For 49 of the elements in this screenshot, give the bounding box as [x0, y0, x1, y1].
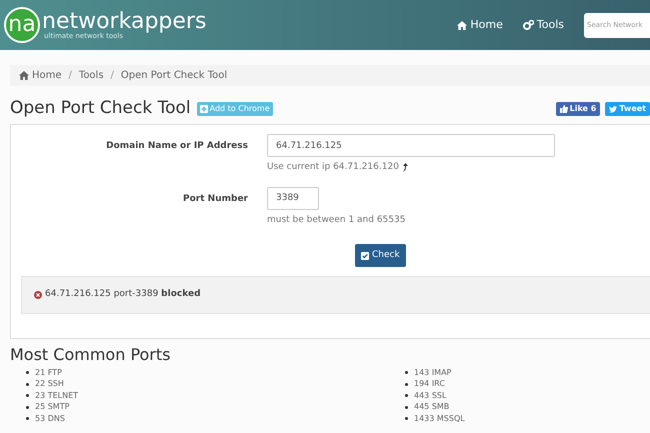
field-hint: Use current ip 64.71.216.120 — [267, 161, 399, 174]
bullet-icon — [405, 406, 408, 409]
x-circle-icon — [34, 291, 42, 299]
text-input[interactable]: 3389 — [267, 186, 319, 210]
logo-name: networkappers — [42, 10, 206, 32]
port-item: 445 SMB — [414, 401, 450, 414]
bullet-icon — [26, 417, 29, 420]
port-item: 23 TELNET — [35, 390, 78, 402]
field-label: Port Number — [182, 192, 248, 206]
nav-link[interactable]: Tools — [522, 16, 564, 34]
plus-square-icon — [200, 105, 208, 113]
text-input[interactable]: 64.71.216.125 — [267, 134, 555, 157]
like-button[interactable]: Like 6 — [556, 102, 600, 116]
breadcrumb-separator: / — [110, 69, 114, 83]
bullet-icon — [405, 382, 408, 386]
thumbs-up-icon — [560, 105, 568, 113]
section-heading: Most Common Ports — [10, 344, 172, 366]
bullet-icon — [405, 371, 408, 374]
field-label: Domain Name or IP Address — [105, 140, 248, 153]
bullet-icon — [26, 394, 29, 398]
home-icon — [457, 20, 468, 30]
field-hint: must be between 1 and 65535 — [267, 214, 406, 226]
bullet-icon — [405, 394, 408, 398]
bullet-icon — [26, 371, 29, 374]
bird-icon — [609, 106, 618, 112]
breadcrumb-link[interactable]: Tools — [78, 68, 104, 83]
bullet-icon — [26, 406, 29, 409]
port-item: 21 FTP — [35, 366, 62, 379]
nav-link[interactable]: Home — [457, 16, 503, 34]
check-button[interactable]: Check — [355, 244, 406, 267]
logo-mark: na — [4, 7, 40, 43]
bullet-icon — [26, 382, 29, 386]
port-item: 443 SSL — [414, 390, 446, 402]
breadcrumb-current: Open Port Check Tool — [120, 69, 228, 83]
gears-icon — [522, 20, 534, 30]
bullet-icon — [405, 417, 408, 420]
checkbox-icon — [361, 252, 369, 260]
port-item: 25 SMTP — [35, 401, 70, 414]
port-item: 1433 MSSQL — [414, 412, 465, 425]
port-item: 22 SSH — [35, 378, 64, 390]
home-icon — [19, 71, 29, 80]
arrow-up-icon[interactable] — [402, 163, 409, 172]
port-item: 194 IRC — [414, 378, 445, 390]
breadcrumb-link[interactable]: Home — [19, 68, 62, 83]
breadcrumb-separator: / — [68, 69, 72, 83]
page-title: Open Port Check Tool — [10, 97, 191, 120]
port-item: 143 IMAP — [414, 366, 452, 379]
port-item: 53 DNS — [35, 412, 65, 425]
result-message: 64.71.216.125 port-3389 blocked — [45, 288, 201, 302]
